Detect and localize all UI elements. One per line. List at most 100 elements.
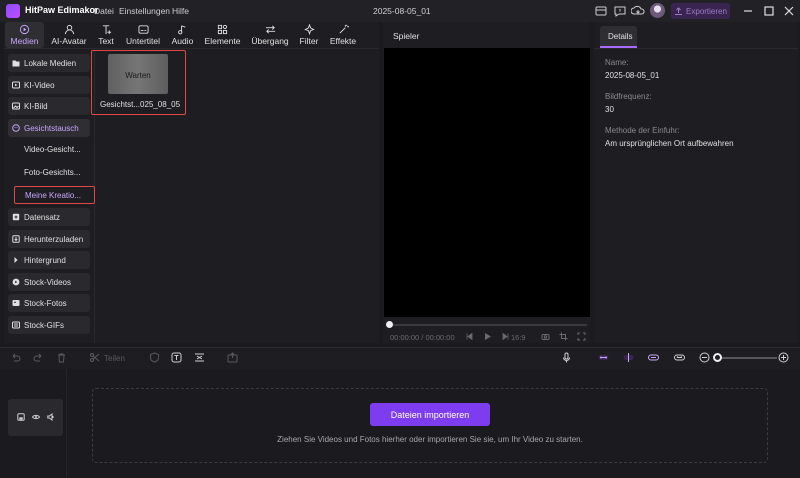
app-logo-icon xyxy=(6,4,20,18)
tab-text[interactable]: Text xyxy=(94,22,118,48)
player-progress-track[interactable] xyxy=(389,324,587,326)
track-save-icon[interactable] xyxy=(17,413,25,421)
snap-icon[interactable] xyxy=(623,352,634,363)
sidebar-item-hintergrund[interactable]: Hintergrund xyxy=(8,251,90,269)
tab-elemente-label: Elemente xyxy=(204,36,241,46)
split-icon[interactable] xyxy=(89,352,100,363)
chevron-right-icon xyxy=(14,257,18,263)
tab-medien[interactable]: Medien xyxy=(5,22,44,48)
next-frame-icon[interactable] xyxy=(501,332,510,341)
cloud-download-icon[interactable] xyxy=(631,4,645,18)
tab-effekte[interactable]: Effekte xyxy=(327,22,359,48)
face-swap-icon xyxy=(12,124,20,132)
sidebar-item-herunterzuladen[interactable]: Herunterzuladen xyxy=(8,230,90,248)
microphone-icon[interactable] xyxy=(561,352,572,363)
sidebar-item-stock-gifs[interactable]: Stock-GIFs xyxy=(8,316,90,334)
tab-text-label: Text xyxy=(98,36,114,46)
maximize-icon[interactable] xyxy=(762,4,776,18)
sidebar-item-label: Stock-Videos xyxy=(24,277,71,287)
tab-details[interactable]: Details xyxy=(600,26,637,46)
sidebar-item-gesichtstausch[interactable]: Gesichtstausch xyxy=(8,119,90,137)
tab-uebergang[interactable]: Übergang xyxy=(249,22,291,48)
drop-hint-text: Ziehen Sie Videos und Fotos hierher oder… xyxy=(277,435,583,444)
tab-ai-avatar[interactable]: AI-Avatar xyxy=(48,22,90,48)
sidebar-item-stock-fotos[interactable]: Stock-Fotos xyxy=(8,294,90,312)
shield-icon[interactable] xyxy=(149,352,160,363)
stock-photo-icon xyxy=(12,300,20,306)
tab-audio-label: Audio xyxy=(171,36,194,46)
zoom-slider-track[interactable] xyxy=(717,357,777,359)
sidebar-item-ki-video[interactable]: KI-Video xyxy=(8,76,90,94)
zoom-out-icon[interactable] xyxy=(699,352,710,363)
track-separator xyxy=(66,369,67,478)
sidebar-item-lokale-medien[interactable]: Lokale Medien xyxy=(8,54,90,72)
ai-video-icon xyxy=(12,81,20,89)
transition-icon xyxy=(265,25,275,34)
tab-ai-avatar-label: AI-Avatar xyxy=(51,36,87,46)
tab-audio[interactable]: Audio xyxy=(169,22,196,48)
audio-icon xyxy=(178,25,186,35)
split-label[interactable]: Teilen xyxy=(104,354,125,363)
details-divider xyxy=(594,48,798,49)
detail-method-label: Methode der Einfuhr: xyxy=(605,126,680,135)
tab-medien-label: Medien xyxy=(10,36,39,46)
sidebar-subitem-video-gesicht[interactable]: Video-Gesicht... xyxy=(24,145,81,154)
sidebar-item-label: Datensatz xyxy=(24,212,61,222)
feedback-icon[interactable] xyxy=(613,4,627,18)
detail-fps-label: Bildfrequenz: xyxy=(605,92,652,101)
sidebar-item-stock-videos[interactable]: Stock-Videos xyxy=(8,273,90,291)
sidebar-subitem-meine-kreationen[interactable]: Meine Kreatio... xyxy=(14,186,95,204)
close-icon[interactable] xyxy=(782,4,796,18)
fullscreen-icon[interactable] xyxy=(577,332,586,341)
fit-timeline-icon[interactable] xyxy=(674,352,685,363)
export-clip-icon[interactable] xyxy=(227,352,238,363)
player-title: Spieler xyxy=(393,31,420,41)
menu-einstellungen[interactable]: Einstellungen xyxy=(119,6,170,16)
media-thumbnail-image[interactable]: Warten xyxy=(108,54,168,94)
redo-icon[interactable] xyxy=(33,352,44,363)
tab-filter[interactable]: Filter xyxy=(297,22,321,48)
minimize-icon[interactable] xyxy=(741,4,755,18)
player-time: 00:00:00 / 00:00:00 xyxy=(390,333,455,342)
ai-image-icon xyxy=(12,102,20,110)
undo-icon[interactable] xyxy=(10,352,21,363)
detail-fps-value: 30 xyxy=(605,105,614,114)
sidebar-item-label: Herunterzuladen xyxy=(24,234,84,244)
sidebar-item-datensatz[interactable]: Datensatz xyxy=(8,208,90,226)
export-button[interactable]: Exportieren xyxy=(671,3,730,19)
magnet-icon[interactable] xyxy=(648,352,659,363)
menu-hilfe[interactable]: Hilfe xyxy=(172,6,189,16)
export-icon xyxy=(675,6,683,15)
menu-datei[interactable]: Datei xyxy=(94,6,114,16)
tab-elemente[interactable]: Elemente xyxy=(202,22,243,48)
layout-icon[interactable] xyxy=(594,4,608,18)
link-track-icon[interactable] xyxy=(598,352,609,363)
auto-cut-icon[interactable] xyxy=(194,352,205,363)
detail-name-value: 2025-08-05_01 xyxy=(605,71,660,80)
dataset-icon xyxy=(12,213,20,221)
user-avatar[interactable] xyxy=(650,3,665,18)
zoom-in-icon[interactable] xyxy=(778,352,789,363)
download-icon xyxy=(12,235,20,243)
crop-icon[interactable] xyxy=(559,332,568,341)
play-icon[interactable] xyxy=(483,332,492,341)
delete-icon[interactable] xyxy=(56,352,67,363)
stock-gif-icon xyxy=(12,321,20,329)
track-audio-icon[interactable] xyxy=(47,413,55,421)
tab-untertitel[interactable]: Untertitel xyxy=(123,22,163,48)
snapshot-icon[interactable] xyxy=(541,332,550,341)
detail-method-value: Am ursprünglichen Ort aufbewahren xyxy=(605,139,734,148)
sidebar-item-label: Stock-Fotos xyxy=(24,298,67,308)
folder-icon xyxy=(12,60,20,67)
effects-icon xyxy=(339,24,349,34)
text-box-icon[interactable] xyxy=(171,352,182,363)
import-files-button[interactable]: Dateien importieren xyxy=(370,403,490,426)
sidebar-subitem-foto-gesicht[interactable]: Foto-Gesichts... xyxy=(24,168,80,177)
zoom-slider-handle[interactable] xyxy=(713,353,722,362)
track-visibility-icon[interactable] xyxy=(32,413,40,421)
subtitle-icon xyxy=(137,25,149,34)
player-progress-handle[interactable] xyxy=(386,321,393,328)
sidebar-item-ki-bild[interactable]: KI-Bild xyxy=(8,97,90,115)
aspect-ratio-select[interactable]: 16:9 xyxy=(511,333,526,342)
prev-frame-icon[interactable] xyxy=(465,332,474,341)
